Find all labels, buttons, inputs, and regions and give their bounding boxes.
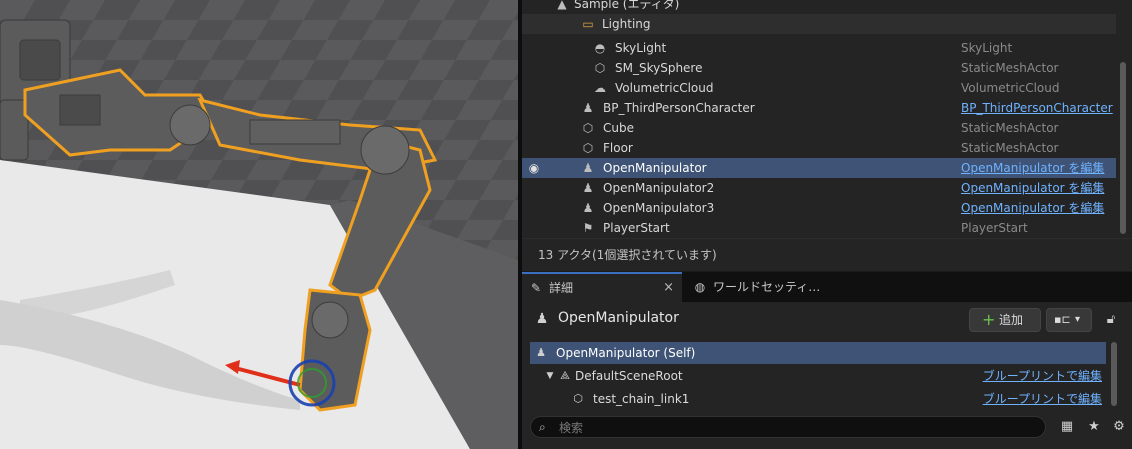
- component-row-self[interactable]: ♟ OpenManipulator (Self): [530, 342, 1106, 364]
- outliner-row-cube[interactable]: ⬡ Cube StaticMeshActor: [522, 118, 1116, 138]
- outliner-row-lighting-folder[interactable]: ▭ Lighting: [522, 14, 1116, 34]
- edit-in-blueprint-link[interactable]: ブループリントで編集: [983, 365, 1102, 387]
- level-viewport[interactable]: [0, 0, 518, 449]
- pencil-icon: ✎: [530, 281, 542, 295]
- close-icon[interactable]: ×: [663, 274, 674, 302]
- outliner-row-sm-skysphere[interactable]: ⬡ SM_SkySphere StaticMeshActor: [522, 58, 1116, 78]
- static-mesh-icon: ⬡: [582, 121, 594, 135]
- tab-details[interactable]: ✎ 詳細 ×: [522, 272, 682, 302]
- chevron-down-icon: ▾: [1075, 314, 1081, 325]
- edit-blueprint-link[interactable]: OpenManipulator を編集: [961, 178, 1104, 198]
- details-panel: ♟ OpenManipulator + 追加 ▪⊏ ▾ 🔓︎ ♟ OpenMan…: [522, 302, 1132, 449]
- outliner-row-skylight[interactable]: ◓ SkyLight SkyLight: [522, 38, 1116, 58]
- outliner-row-level[interactable]: ▲ Sample (エディタ): [522, 0, 1116, 14]
- skylight-icon: ◓: [594, 41, 606, 55]
- details-header: ♟ OpenManipulator + 追加 ▪⊏ ▾ 🔓︎: [522, 302, 1132, 338]
- pawn-icon: ♟: [582, 181, 594, 195]
- editor-side-panel: ▲ Sample (エディタ) ▭ Lighting ◓ SkyLight Sk…: [522, 0, 1132, 449]
- gear-icon[interactable]: ⚙: [1110, 416, 1128, 438]
- star-icon[interactable]: ★: [1085, 416, 1103, 438]
- search-input[interactable]: [557, 418, 1031, 438]
- folder-icon: ▭: [582, 17, 594, 31]
- pawn-icon: ♟: [536, 346, 546, 359]
- outliner-scrollbar[interactable]: [1120, 62, 1126, 234]
- outliner-row-openmanipulator[interactable]: ◉ ♟ OpenManipulator OpenManipulator を編集: [522, 158, 1116, 178]
- hierarchy-icon: ▪⊏: [1054, 313, 1071, 326]
- component-row-defaultsceneroot[interactable]: ▼ ⟁ DefaultSceneRoot ブループリントで編集: [530, 365, 1106, 387]
- lock-icon[interactable]: 🔓︎: [1102, 310, 1120, 330]
- blueprint-options-button[interactable]: ▪⊏ ▾: [1046, 308, 1092, 332]
- pawn-icon: ♟: [582, 161, 594, 175]
- plus-icon: +: [982, 310, 996, 329]
- static-mesh-icon: ⬡: [594, 61, 606, 75]
- add-component-button[interactable]: + 追加: [969, 308, 1041, 332]
- edit-blueprint-link[interactable]: OpenManipulator を編集: [961, 158, 1104, 178]
- components-scrollbar[interactable]: [1111, 342, 1117, 406]
- outliner-row-floor[interactable]: ⬡ Floor StaticMeshActor: [522, 138, 1116, 158]
- level-icon: ▲: [557, 0, 567, 11]
- edit-in-blueprint-link[interactable]: ブループリントで編集: [983, 388, 1102, 410]
- chevron-down-icon[interactable]: ▼: [542, 365, 558, 387]
- pawn-icon: ♟: [535, 311, 549, 327]
- pawn-icon: ♟: [582, 201, 594, 215]
- outliner-status-bar: 13 アクタ(1個選択されています): [522, 238, 1132, 271]
- outliner-row-bp-thirdpersoncharacter[interactable]: ♟ BP_ThirdPersonCharacter BP_ThirdPerson…: [522, 98, 1116, 118]
- search-icon: ⌕: [539, 420, 546, 434]
- viewport-scene: [0, 0, 518, 449]
- actor-count-text: 13 アクタ(1個選択されています): [538, 248, 717, 262]
- visibility-eye-icon[interactable]: ◉: [526, 158, 542, 178]
- edit-blueprint-link[interactable]: OpenManipulator を編集: [961, 198, 1104, 218]
- selected-actor-name: OpenManipulator: [558, 310, 679, 326]
- outliner-row-volumetric-cloud[interactable]: ☁ VolumetricCloud VolumetricCloud: [522, 78, 1116, 98]
- globe-icon: ◍: [694, 280, 706, 294]
- outliner-row-playerstart[interactable]: ⚑ PlayerStart PlayerStart: [522, 218, 1116, 238]
- outliner-row-openmanipulator2[interactable]: ♟ OpenManipulator2 OpenManipulator を編集: [522, 178, 1116, 198]
- outliner-row-openmanipulator3[interactable]: ♟ OpenManipulator3 OpenManipulator を編集: [522, 198, 1116, 218]
- details-tab-bar: ✎ 詳細 × ◍ ワールドセッティ…: [522, 272, 1132, 302]
- player-start-icon: ⚑: [582, 221, 594, 235]
- cloud-icon: ☁: [594, 81, 606, 95]
- scene-root-icon: ⟁: [560, 369, 570, 382]
- static-mesh-icon: ⬡: [582, 141, 594, 155]
- component-row-test-chain-link1[interactable]: ⬡ test_chain_link1 ブループリントで編集: [530, 388, 1106, 410]
- pawn-icon: ♟: [582, 101, 594, 115]
- tab-world-settings[interactable]: ◍ ワールドセッティ…: [686, 272, 836, 302]
- world-outliner: ▲ Sample (エディタ) ▭ Lighting ◓ SkyLight Sk…: [522, 0, 1132, 238]
- details-search-box[interactable]: ⌕: [530, 416, 1046, 438]
- table-view-icon[interactable]: ▦: [1058, 416, 1076, 438]
- edit-blueprint-link[interactable]: BP_ThirdPersonCharacter: [961, 98, 1113, 118]
- static-mesh-icon: ⬡: [573, 392, 583, 405]
